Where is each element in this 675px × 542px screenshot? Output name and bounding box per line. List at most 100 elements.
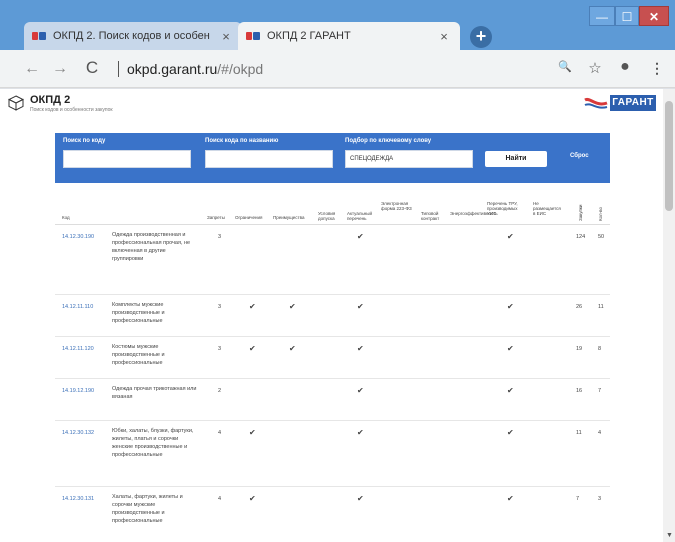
row-count-2: 11	[598, 304, 604, 310]
tab-okpd-search[interactable]: ОКПД 2. Поиск кодов и особен ×	[24, 22, 242, 50]
page-content: ОКПД 2 Поиск кодов и особенности закупок…	[0, 89, 663, 542]
url-path: /#/okpd	[217, 61, 264, 77]
row-zapr-count: 3	[218, 304, 222, 310]
row-count-1: 124	[576, 234, 586, 240]
row-name: Комплекты мужские производственные и про…	[112, 302, 165, 324]
row-code[interactable]: 14.12.30.132	[62, 429, 94, 437]
th-nerazm[interactable]: Не размещается в ЕИС	[533, 201, 561, 216]
akt-check-icon: ✔	[357, 344, 364, 353]
akt-check-icon: ✔	[357, 386, 364, 395]
row-name: Одежда прочая трикотажная или вязаная	[112, 386, 197, 400]
name-search-label: Поиск кода по названию	[205, 138, 279, 144]
row-count-1: 11	[576, 430, 582, 436]
th-usl[interactable]: Условия допуска	[318, 211, 344, 221]
table-row[interactable]: 14.12.11.120 Костюмы мужские производств…	[55, 337, 610, 379]
th-kol[interactable]: Кол-во	[598, 193, 603, 221]
tab-okpd-garant[interactable]: ОКПД 2 ГАРАНТ ×	[238, 22, 460, 50]
row-code[interactable]: 14.19.12.190	[62, 387, 94, 395]
tru-check-icon: ✔	[507, 428, 514, 437]
minimize-button[interactable]: —	[589, 6, 615, 26]
maximize-button[interactable]: ☐	[615, 6, 639, 26]
address-separator	[118, 61, 119, 77]
th-code[interactable]: Код	[62, 215, 70, 220]
row-zapr-count: 4	[218, 430, 222, 436]
row-name: Одежда производственная и профессиональн…	[112, 232, 191, 262]
tab-close-icon[interactable]: ×	[436, 29, 452, 44]
row-zapr-count: 4	[218, 496, 222, 502]
find-button[interactable]: Найти	[485, 151, 547, 167]
keyword-search-input[interactable]: СПЕЦОДЕЖДА	[345, 150, 473, 168]
preim-check-icon: ✔	[289, 344, 296, 353]
row-name: Халаты, фартуки, жилеты и сорочки мужски…	[112, 494, 183, 524]
akt-check-icon: ✔	[357, 494, 364, 503]
reset-link[interactable]: Сброс	[570, 153, 589, 159]
th-el[interactable]: Электронная форма 223-ФЗ	[381, 201, 415, 211]
page-scrollbar[interactable]: ▼	[663, 89, 675, 542]
garant-logo[interactable]: ГАРАНТ	[584, 95, 656, 111]
menu-kebab-icon[interactable]: ⋮	[648, 60, 666, 77]
garant-favicon-icon	[32, 31, 46, 41]
row-zapr-count: 3	[218, 234, 222, 240]
akt-check-icon: ✔	[357, 302, 364, 311]
th-zapr[interactable]: Запреты	[207, 215, 225, 220]
profile-icon[interactable]: ●	[616, 58, 634, 76]
code-search-input[interactable]	[63, 150, 191, 168]
new-tab-button[interactable]: +	[470, 26, 492, 48]
tab-close-icon[interactable]: ×	[218, 29, 234, 44]
reload-icon[interactable]: C	[82, 58, 102, 78]
ogr-check-icon: ✔	[249, 494, 256, 503]
site-header: ОКПД 2 Поиск кодов и особенности закупок…	[0, 89, 663, 117]
table-row[interactable]: 14.12.30.131 Халаты, фартуки, жилеты и с…	[55, 487, 610, 542]
th-zakupki[interactable]: Закупки	[578, 187, 583, 221]
row-code[interactable]: 14.12.11.110	[62, 303, 93, 311]
back-arrow-icon[interactable]: ←	[22, 60, 42, 78]
results-table: Код Запреты Ограничения Преимущества Усл…	[55, 183, 610, 542]
tab-title: ОКПД 2. Поиск кодов и особен	[53, 30, 210, 42]
search-panel: Поиск по коду Поиск кода по названию Под…	[55, 133, 610, 183]
tab-strip: ОКПД 2. Поиск кодов и особен × ОКПД 2 ГА…	[0, 0, 675, 50]
preim-check-icon: ✔	[289, 302, 296, 311]
row-name: Юбки, халаты, блузки, фартуки, жилеты, п…	[112, 428, 194, 458]
url-host: okpd.garant.ru	[127, 61, 218, 77]
row-code[interactable]: 14.12.30.190	[62, 233, 94, 241]
zoom-icon[interactable]: 🔍	[556, 60, 574, 73]
close-window-button[interactable]: ✕	[639, 6, 669, 26]
th-tip[interactable]: Типовой контракт	[421, 211, 447, 221]
table-row[interactable]: 14.12.30.132 Юбки, халаты, блузки, фарту…	[55, 421, 610, 487]
row-name: Костюмы мужские производственные и профе…	[112, 344, 165, 366]
bookmark-star-icon[interactable]: ☆	[586, 59, 604, 77]
row-code[interactable]: 14.12.30.131	[62, 495, 94, 503]
garant-logo-text: ГАРАНТ	[610, 95, 656, 111]
table-row[interactable]: 14.19.12.190 Одежда прочая трикотажная и…	[55, 379, 610, 421]
forward-arrow-icon[interactable]: →	[50, 60, 70, 78]
name-search-input[interactable]	[205, 150, 333, 168]
scrollbar-thumb[interactable]	[665, 101, 673, 211]
garant-mark-icon	[584, 97, 608, 109]
scroll-down-arrow-icon[interactable]: ▼	[666, 532, 673, 539]
browser-window: ОКПД 2. Поиск кодов и особен × ОКПД 2 ГА…	[0, 0, 675, 542]
tru-check-icon: ✔	[507, 494, 514, 503]
row-code[interactable]: 14.12.11.120	[62, 345, 94, 353]
address-bar[interactable]: okpd.garant.ru /#/okpd	[118, 56, 558, 82]
browser-toolbar: ← → C okpd.garant.ru /#/okpd 🔍 ☆ ● ⋮	[0, 50, 675, 88]
tru-check-icon: ✔	[507, 344, 514, 353]
row-count-1: 7	[576, 496, 580, 502]
row-count-1: 19	[576, 346, 583, 352]
table-header: Код Запреты Ограничения Преимущества Усл…	[55, 183, 610, 225]
th-ogr[interactable]: Ограничения	[235, 215, 262, 220]
cube-logo-icon	[8, 95, 24, 111]
table-row[interactable]: 14.12.30.190 Одежда производственная и п…	[55, 225, 610, 295]
akt-check-icon: ✔	[357, 232, 364, 241]
th-preim[interactable]: Преимущества	[273, 215, 304, 220]
row-zapr-count: 2	[218, 388, 222, 394]
row-count-2: 3	[598, 496, 602, 502]
row-zapr-count: 3	[218, 346, 222, 352]
row-count-2: 50	[598, 234, 605, 240]
th-akt[interactable]: Актуальный перечень	[347, 211, 377, 221]
table-row[interactable]: 14.12.11.110 Комплекты мужские производс…	[55, 295, 610, 337]
th-tru[interactable]: Перечень ТРУ, производимых УИС	[487, 201, 527, 216]
th-energ[interactable]: Энергоэффективность	[450, 211, 498, 216]
ogr-check-icon: ✔	[249, 428, 256, 437]
site-title: ОКПД 2	[30, 94, 71, 106]
tru-check-icon: ✔	[507, 302, 514, 311]
